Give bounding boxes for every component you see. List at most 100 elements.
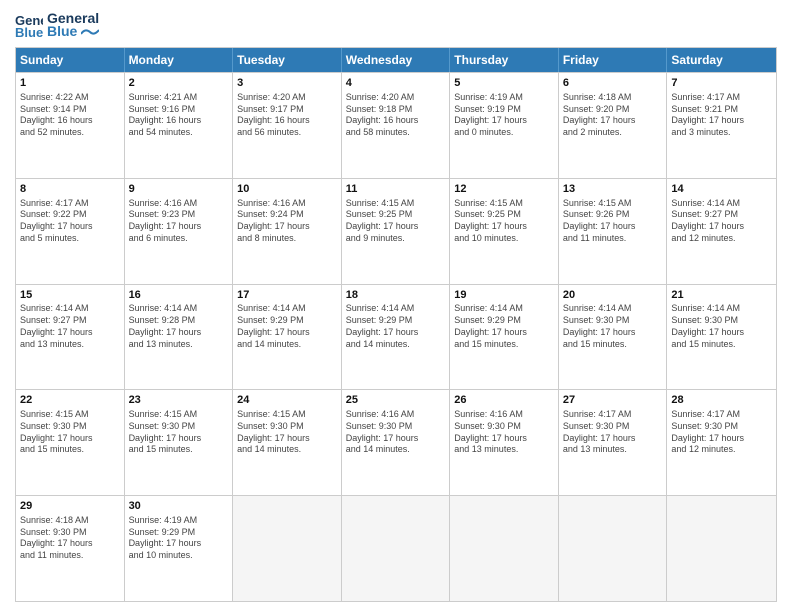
day-number: 14 [671, 182, 772, 197]
cell-text-line: and 5 minutes. [20, 233, 120, 245]
calendar-cell-18: 18Sunrise: 4:14 AMSunset: 9:29 PMDayligh… [342, 285, 451, 390]
day-number: 15 [20, 288, 120, 303]
day-number: 3 [237, 76, 337, 91]
cell-text-line: Sunrise: 4:17 AM [671, 409, 772, 421]
day-header-friday: Friday [559, 48, 668, 72]
cell-text-line: Sunset: 9:19 PM [454, 104, 554, 116]
cell-text-line: Sunrise: 4:14 AM [563, 303, 663, 315]
cell-text-line: Sunset: 9:30 PM [454, 421, 554, 433]
cell-text-line: Sunrise: 4:14 AM [237, 303, 337, 315]
cell-text-line: Sunrise: 4:17 AM [20, 198, 120, 210]
cell-text-line: and 13 minutes. [563, 444, 663, 456]
cell-text-line: Sunset: 9:16 PM [129, 104, 229, 116]
cell-text-line: Sunset: 9:18 PM [346, 104, 446, 116]
cell-text-line: Daylight: 17 hours [237, 327, 337, 339]
day-number: 16 [129, 288, 229, 303]
cell-text-line: Sunrise: 4:20 AM [346, 92, 446, 104]
cell-text-line: Sunset: 9:27 PM [671, 209, 772, 221]
day-number: 12 [454, 182, 554, 197]
cell-text-line: Daylight: 16 hours [237, 115, 337, 127]
cell-text-line: Sunrise: 4:16 AM [129, 198, 229, 210]
day-number: 26 [454, 393, 554, 408]
logo-blue: Blue [47, 23, 99, 39]
cell-text-line: and 12 minutes. [671, 233, 772, 245]
calendar-cell-empty [667, 496, 776, 601]
cell-text-line: Daylight: 16 hours [20, 115, 120, 127]
cell-text-line: Sunrise: 4:22 AM [20, 92, 120, 104]
logo-icon: General Blue [15, 11, 43, 39]
cell-text-line: Daylight: 17 hours [454, 327, 554, 339]
cell-text-line: Sunrise: 4:18 AM [20, 515, 120, 527]
cell-text-line: Sunset: 9:24 PM [237, 209, 337, 221]
day-number: 1 [20, 76, 120, 91]
cell-text-line: Sunset: 9:30 PM [346, 421, 446, 433]
day-number: 25 [346, 393, 446, 408]
cell-text-line: and 10 minutes. [454, 233, 554, 245]
day-header-tuesday: Tuesday [233, 48, 342, 72]
cell-text-line: Sunrise: 4:15 AM [454, 198, 554, 210]
calendar-cell-15: 15Sunrise: 4:14 AMSunset: 9:27 PMDayligh… [16, 285, 125, 390]
day-number: 7 [671, 76, 772, 91]
cell-text-line: Sunrise: 4:17 AM [671, 92, 772, 104]
cell-text-line: Daylight: 17 hours [671, 221, 772, 233]
calendar-cell-6: 6Sunrise: 4:18 AMSunset: 9:20 PMDaylight… [559, 73, 668, 178]
cell-text-line: and 11 minutes. [563, 233, 663, 245]
cell-text-line: Sunrise: 4:18 AM [563, 92, 663, 104]
day-number: 6 [563, 76, 663, 91]
logo: General Blue General Blue [15, 10, 99, 39]
day-number: 24 [237, 393, 337, 408]
cell-text-line: Sunrise: 4:15 AM [563, 198, 663, 210]
cell-text-line: Daylight: 16 hours [129, 115, 229, 127]
calendar-cell-27: 27Sunrise: 4:17 AMSunset: 9:30 PMDayligh… [559, 390, 668, 495]
cell-text-line: Sunset: 9:17 PM [237, 104, 337, 116]
cell-text-line: Sunset: 9:25 PM [346, 209, 446, 221]
calendar-cell-1: 1Sunrise: 4:22 AMSunset: 9:14 PMDaylight… [16, 73, 125, 178]
cell-text-line: Sunrise: 4:15 AM [346, 198, 446, 210]
calendar-row-4: 22Sunrise: 4:15 AMSunset: 9:30 PMDayligh… [16, 389, 776, 495]
cell-text-line: Sunset: 9:23 PM [129, 209, 229, 221]
calendar-row-1: 1Sunrise: 4:22 AMSunset: 9:14 PMDaylight… [16, 72, 776, 178]
cell-text-line: Sunset: 9:27 PM [20, 315, 120, 327]
day-number: 10 [237, 182, 337, 197]
cell-text-line: Sunrise: 4:15 AM [129, 409, 229, 421]
cell-text-line: and 15 minutes. [454, 339, 554, 351]
day-number: 4 [346, 76, 446, 91]
cell-text-line: Sunrise: 4:20 AM [237, 92, 337, 104]
calendar: SundayMondayTuesdayWednesdayThursdayFrid… [15, 47, 777, 602]
cell-text-line: Daylight: 17 hours [129, 538, 229, 550]
calendar-cell-13: 13Sunrise: 4:15 AMSunset: 9:26 PMDayligh… [559, 179, 668, 284]
calendar-cell-11: 11Sunrise: 4:15 AMSunset: 9:25 PMDayligh… [342, 179, 451, 284]
cell-text-line: Daylight: 17 hours [20, 433, 120, 445]
day-number: 20 [563, 288, 663, 303]
calendar-cell-empty [233, 496, 342, 601]
cell-text-line: and 13 minutes. [20, 339, 120, 351]
cell-text-line: Daylight: 16 hours [346, 115, 446, 127]
cell-text-line: Daylight: 17 hours [454, 221, 554, 233]
cell-text-line: Daylight: 17 hours [20, 538, 120, 550]
cell-text-line: Sunrise: 4:19 AM [454, 92, 554, 104]
cell-text-line: Daylight: 17 hours [454, 433, 554, 445]
cell-text-line: Sunrise: 4:14 AM [129, 303, 229, 315]
cell-text-line: Daylight: 17 hours [129, 327, 229, 339]
day-number: 18 [346, 288, 446, 303]
cell-text-line: Sunset: 9:30 PM [671, 421, 772, 433]
cell-text-line: Sunrise: 4:14 AM [671, 303, 772, 315]
cell-text-line: Sunrise: 4:17 AM [563, 409, 663, 421]
cell-text-line: Sunset: 9:30 PM [20, 527, 120, 539]
cell-text-line: and 56 minutes. [237, 127, 337, 139]
cell-text-line: Daylight: 17 hours [346, 327, 446, 339]
cell-text-line: and 15 minutes. [129, 444, 229, 456]
cell-text-line: and 54 minutes. [129, 127, 229, 139]
cell-text-line: Daylight: 17 hours [454, 115, 554, 127]
cell-text-line: Daylight: 17 hours [129, 221, 229, 233]
calendar-cell-24: 24Sunrise: 4:15 AMSunset: 9:30 PMDayligh… [233, 390, 342, 495]
cell-text-line: and 13 minutes. [129, 339, 229, 351]
cell-text-line: Sunrise: 4:16 AM [237, 198, 337, 210]
calendar-cell-30: 30Sunrise: 4:19 AMSunset: 9:29 PMDayligh… [125, 496, 234, 601]
cell-text-line: Daylight: 17 hours [671, 327, 772, 339]
cell-text-line: Sunset: 9:25 PM [454, 209, 554, 221]
day-number: 22 [20, 393, 120, 408]
cell-text-line: and 14 minutes. [237, 339, 337, 351]
cell-text-line: Daylight: 17 hours [346, 221, 446, 233]
calendar-body: 1Sunrise: 4:22 AMSunset: 9:14 PMDaylight… [16, 72, 776, 601]
